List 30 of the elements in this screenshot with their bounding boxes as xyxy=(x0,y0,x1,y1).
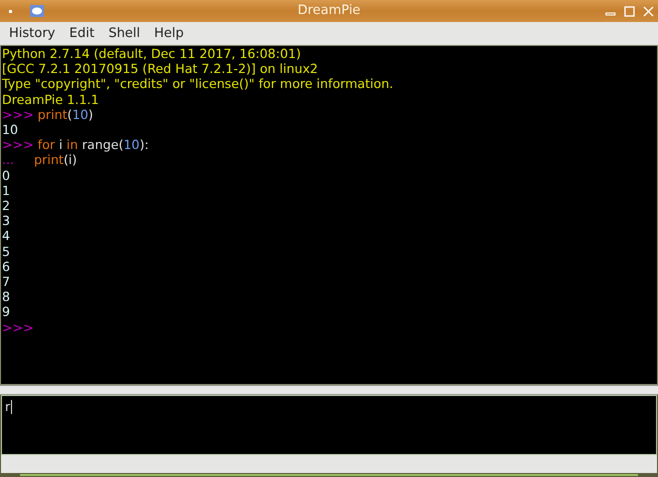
output-line: 5 xyxy=(2,244,10,259)
maximize-icon[interactable] xyxy=(624,6,635,16)
banner-line: DreamPie 1.1.1 xyxy=(2,92,99,107)
pane-splitter[interactable] xyxy=(0,385,658,395)
input-field[interactable]: r xyxy=(1,395,657,455)
close-icon[interactable] xyxy=(643,6,654,16)
output-line: 0 xyxy=(2,168,10,183)
menu-item[interactable]: Edit xyxy=(62,24,102,44)
window-title: DreamPie xyxy=(298,3,360,18)
banner-line: Type "copyright", "credits" or "license()" for more information. xyxy=(2,76,394,92)
code-line: >>> print(10) xyxy=(2,106,94,122)
output-line: 1 xyxy=(2,182,10,198)
menu-item[interactable]: Help xyxy=(147,24,191,44)
app-icon xyxy=(30,5,44,17)
output-line: 8 xyxy=(2,289,10,304)
output-line: 10 xyxy=(2,122,18,138)
menu-item[interactable]: History xyxy=(2,24,62,44)
output-line: 2 xyxy=(2,198,10,214)
code-line: >>> xyxy=(2,320,34,335)
output-line: 7 xyxy=(2,274,10,290)
output-line: 6 xyxy=(2,258,10,274)
window-menu-icon[interactable] xyxy=(9,10,12,12)
banner-line: Python 2.7.14 (default, Dec 11 2017, 16:08:01) xyxy=(2,46,301,62)
output-line: 3 xyxy=(2,213,10,228)
banner-line: [GCC 7.2.1 20170915 (Red Hat 7.2.1-2)] on linux2 xyxy=(2,61,318,76)
menu-item[interactable]: Shell xyxy=(101,24,148,44)
code-line: ... print(i) xyxy=(2,152,77,168)
output-line: 4 xyxy=(2,228,10,244)
output-line: 9 xyxy=(2,304,10,320)
code-line: >>> for i in range(10): xyxy=(2,137,149,152)
